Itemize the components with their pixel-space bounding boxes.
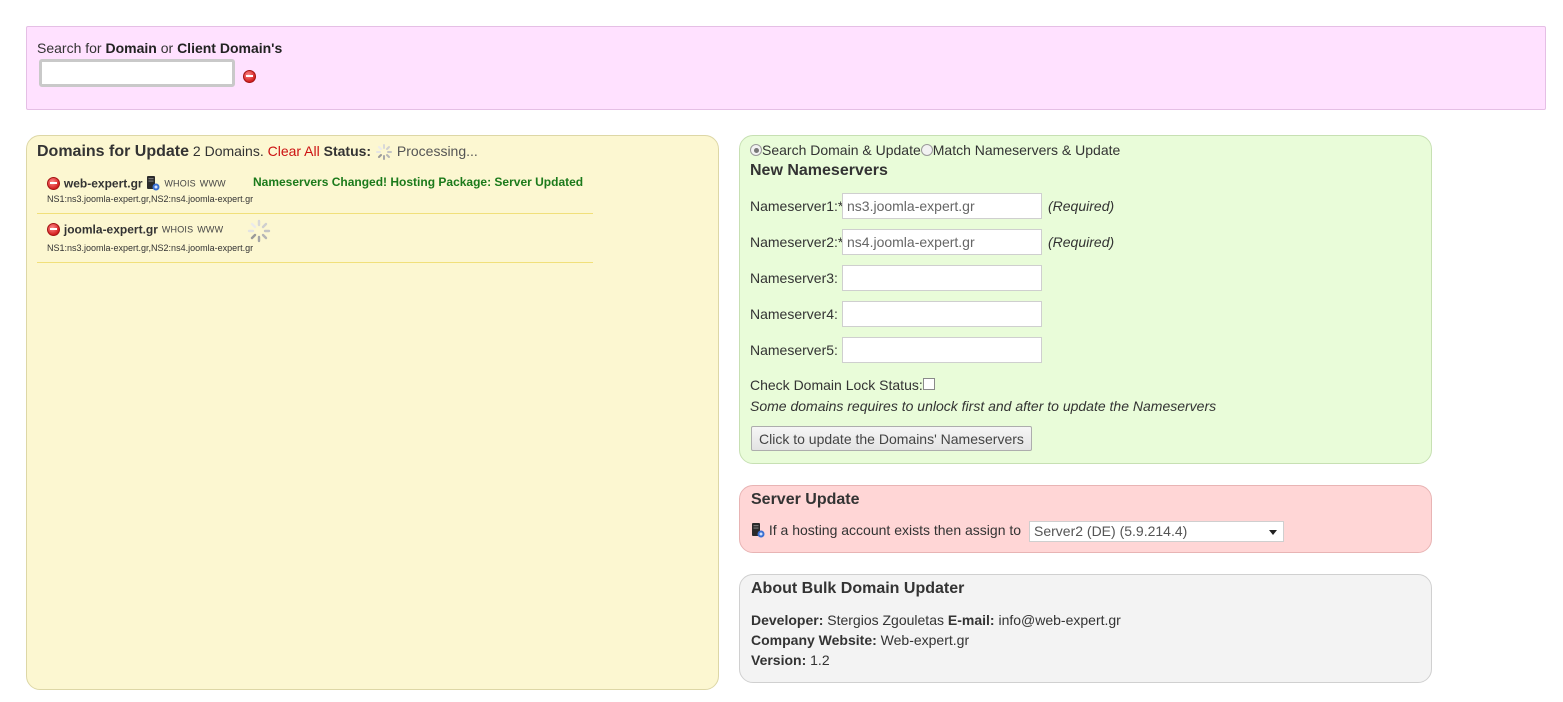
domain-processing-spinner-icon — [247, 219, 271, 243]
developer-label: Developer: — [751, 612, 824, 628]
server-select-value: Server2 (DE) (5.9.214.4) — [1034, 523, 1188, 539]
server-icon — [752, 523, 765, 538]
domain-lock-checkbox[interactable] — [922, 378, 935, 390]
domain-row: joomla-expert.gr WHOIS WWW NS1:ns3.jooml… — [37, 219, 593, 263]
search-label-client: Client Domain's — [177, 40, 283, 56]
www-link[interactable]: WWW — [200, 178, 226, 188]
clear-search-icon[interactable] — [243, 69, 256, 83]
search-input[interactable] — [39, 59, 235, 87]
whois-link[interactable]: WHOIS — [164, 178, 196, 188]
nameserver3-label: Nameserver3: — [750, 270, 838, 286]
server-update-panel: Server Update If a hosting account exist… — [739, 485, 1432, 553]
domains-count: 2 Domains. — [192, 143, 264, 159]
email-label: E-mail: — [947, 612, 995, 628]
www-link[interactable]: WWW — [197, 224, 223, 234]
nameservers-title: New Nameservers — [750, 162, 888, 179]
domain-lock-label: Check Domain Lock Status: — [750, 377, 923, 393]
domain-lock-note: Some domains requires to unlock first an… — [750, 398, 1217, 414]
nameserver2-required-note: (Required) — [1048, 234, 1115, 250]
nameserver2-label: Nameserver2:* — [750, 234, 844, 250]
domain-name: web-expert.gr — [63, 176, 143, 191]
company-website: Web-expert.gr — [880, 632, 970, 648]
update-result-message: Nameservers Changed! Hosting Package: Se… — [253, 175, 584, 189]
nameserver5-input[interactable] — [842, 337, 1042, 363]
version-value: 1.2 — [810, 652, 830, 668]
about-title: About Bulk Domain Updater — [751, 580, 965, 597]
about-developer-line: Developer: Stergios Zgouletas E-mail: in… — [751, 612, 1121, 628]
clear-all-link[interactable]: Clear All — [268, 143, 320, 159]
status-spinner-icon — [375, 144, 392, 161]
nameserver1-input[interactable] — [842, 193, 1042, 219]
mode-match-label[interactable]: Match Nameservers & Update — [933, 142, 1121, 158]
server-icon — [147, 176, 160, 191]
domains-header: Domains for Update 2 Domains. Clear All … — [37, 141, 478, 162]
nameserver1-required-note: (Required) — [1048, 198, 1115, 214]
search-label-domain: Domain — [105, 40, 157, 56]
nameserver2-input[interactable] — [842, 229, 1042, 255]
nameserver5-label: Nameserver5: — [750, 342, 838, 358]
nameservers-panel: Search Domain & Update Match Nameservers … — [739, 135, 1432, 464]
search-panel: Search for Domain or Client Domain's — [26, 26, 1546, 110]
nameserver1-label: Nameserver1:* — [750, 198, 844, 214]
search-label-or: or — [160, 40, 174, 56]
chevron-down-icon — [1269, 530, 1277, 535]
domain-ns-line: NS1:ns3.joomla-expert.gr,NS2:ns4.joomla-… — [47, 194, 254, 204]
mode-radios: Search Domain & Update Match Nameservers … — [750, 142, 1120, 158]
version-label: Version: — [751, 652, 807, 668]
nameserver4-input[interactable] — [842, 301, 1042, 327]
remove-domain-icon[interactable] — [47, 222, 60, 236]
mode-search-label[interactable]: Search Domain & Update — [762, 142, 921, 158]
domains-title: Domains for Update — [37, 143, 190, 160]
status-text: Processing... — [396, 143, 478, 159]
about-website-line: Company Website: Web-expert.gr — [751, 632, 969, 648]
developer-name: Stergios Zgouletas — [827, 612, 944, 628]
status-label: Status: — [323, 143, 372, 159]
server-update-title: Server Update — [751, 491, 860, 508]
whois-link[interactable]: WHOIS — [162, 224, 194, 234]
domain-row: web-expert.gr WHOIS WWW Nameservers Chan… — [37, 174, 593, 214]
mode-match-radio[interactable] — [920, 144, 933, 156]
mode-search-radio[interactable] — [750, 144, 762, 156]
search-label-prefix: Search for — [37, 40, 102, 56]
domain-line: joomla-expert.gr WHOIS WWW — [47, 220, 223, 237]
server-assign-label: If a hosting account exists then assign … — [768, 522, 1022, 538]
domain-name: joomla-expert.gr — [63, 222, 158, 237]
update-nameservers-button[interactable]: Click to update the Domains' Nameservers — [751, 426, 1032, 451]
search-label: Search for Domain or Client Domain's — [37, 40, 282, 56]
nameserver4-label: Nameserver4: — [750, 306, 838, 322]
domain-lock-row: Check Domain Lock Status: — [750, 377, 935, 393]
website-label: Company Website: — [751, 632, 877, 648]
server-select[interactable]: Server2 (DE) (5.9.214.4) — [1029, 521, 1284, 542]
developer-email: info@web-expert.gr — [998, 612, 1121, 628]
nameserver3-input[interactable] — [842, 265, 1042, 291]
domains-panel: Domains for Update 2 Domains. Clear All … — [26, 135, 719, 690]
remove-domain-icon[interactable] — [47, 176, 60, 190]
about-panel: About Bulk Domain Updater Developer: Ste… — [739, 574, 1432, 683]
server-assign-row: If a hosting account exists then assign … — [751, 522, 1021, 538]
domain-ns-line: NS1:ns3.joomla-expert.gr,NS2:ns4.joomla-… — [47, 243, 254, 253]
about-version-line: Version: 1.2 — [751, 652, 830, 668]
domain-line: web-expert.gr WHOIS WWW — [47, 174, 226, 191]
